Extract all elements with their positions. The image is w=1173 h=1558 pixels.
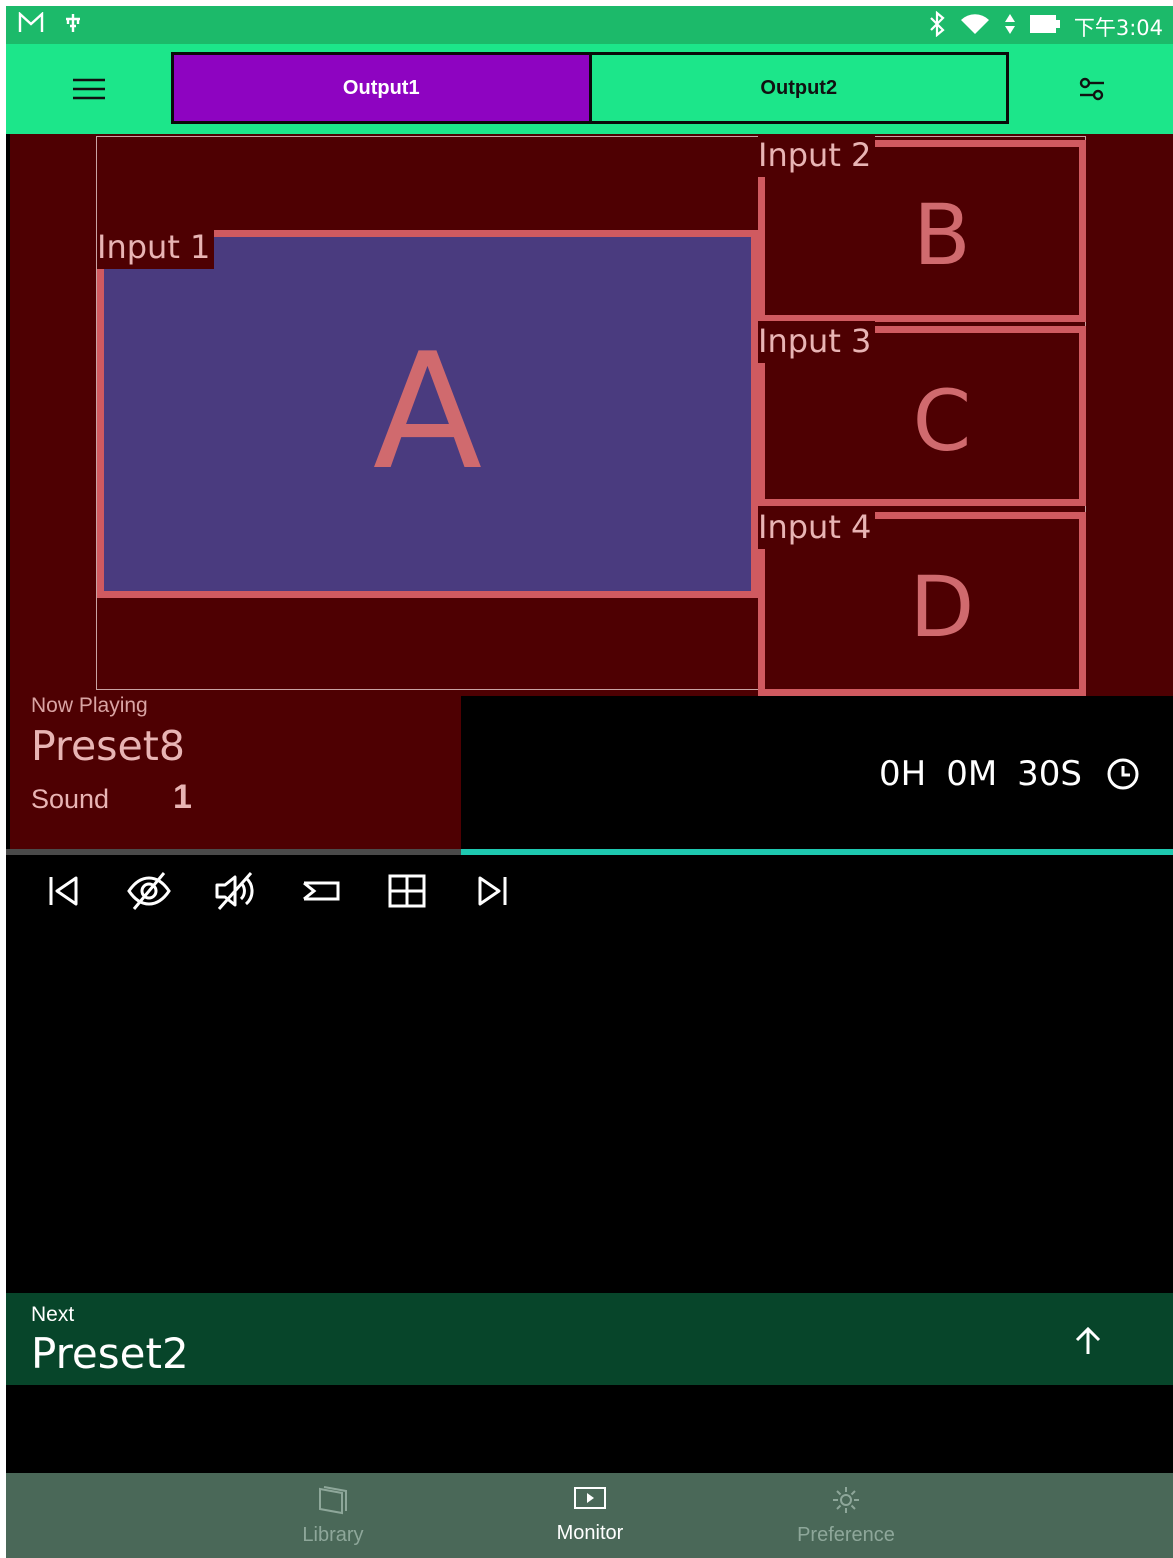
layer-letter: A [372, 318, 483, 505]
layer-label: Input 3 [758, 321, 876, 363]
now-playing-panel: Now Playing Preset8 Sound 1 [10, 694, 461, 854]
nav-library[interactable]: Library [253, 1485, 413, 1547]
layer-window-input4[interactable]: Input 4 D [758, 507, 1086, 696]
next-label: Next [31, 1303, 75, 1326]
layer-letter: D [909, 558, 975, 656]
sound-value: 1 [173, 778, 192, 816]
clock-time: 下午3:04 [1073, 15, 1163, 40]
data-arrows-icon [1004, 12, 1016, 41]
now-playing-label: Now Playing [31, 694, 148, 717]
preset-timer[interactable]: 0H 0M 30S [879, 754, 1140, 794]
skip-previous-icon[interactable] [40, 868, 86, 914]
layer-letter: B [913, 186, 971, 284]
grid-icon[interactable] [384, 868, 430, 914]
layer-window-input1[interactable]: Input 1 A [97, 227, 758, 598]
usb-debug-icon [62, 12, 84, 39]
playback-progress [6, 849, 1173, 855]
output-tabs: Output1 Output2 [171, 52, 1009, 124]
menu-button[interactable] [64, 66, 114, 116]
library-icon [316, 1485, 350, 1520]
nav-monitor[interactable]: Monitor [510, 1485, 670, 1545]
battery-icon [1029, 14, 1060, 39]
now-playing-preset: Preset8 [31, 722, 185, 770]
clock-icon [1106, 757, 1140, 791]
nav-monitor-label: Monitor [556, 1522, 624, 1544]
layer-window-input2[interactable]: Input 2 B [758, 135, 1086, 322]
app-header: Output1 Output2 [6, 44, 1173, 134]
nav-library-label: Library [302, 1524, 364, 1546]
eye-off-icon[interactable] [126, 868, 172, 914]
gmail-icon [18, 11, 44, 39]
bluetooth-icon [928, 10, 946, 42]
layer-label: Input 4 [758, 507, 876, 549]
layer-label: Input 1 [97, 227, 215, 269]
timer-minutes: 0M [946, 754, 998, 794]
tab-output1[interactable]: Output1 [174, 55, 589, 121]
layer-letter: C [912, 372, 972, 470]
app-root: 下午3:04 Output1 Output2 Input 1 A Input 2… [6, 6, 1173, 1558]
monitor-canvas[interactable]: Input 1 A Input 2 B Input 3 C Input 4 D [10, 134, 1173, 696]
sound-label: Sound [31, 784, 110, 814]
volume-off-icon[interactable] [212, 868, 258, 914]
input-icon[interactable] [298, 868, 344, 914]
hamburger-icon [72, 78, 106, 105]
layer-label: Input 2 [758, 135, 876, 177]
arrow-up-icon[interactable] [1070, 1323, 1106, 1359]
monitor-icon [573, 1485, 607, 1518]
skip-next-icon[interactable] [470, 868, 516, 914]
filter-button[interactable] [1070, 70, 1114, 114]
next-preset-bar[interactable]: Next Preset2 [6, 1293, 1173, 1385]
tune-icon [1077, 75, 1107, 110]
control-toolbar [40, 868, 516, 914]
bottom-navigation: Library Monitor Preference [6, 1473, 1173, 1558]
next-preset-name: Preset2 [31, 1329, 189, 1378]
progress-fill [6, 849, 462, 855]
nav-preference-label: Preference [797, 1524, 895, 1546]
timer-seconds: 30S [1017, 754, 1083, 794]
timer-hours: 0H [879, 754, 927, 794]
status-bar: 下午3:04 [6, 6, 1173, 44]
tab-output2[interactable]: Output2 [591, 55, 1006, 121]
layer-window-input3[interactable]: Input 3 C [758, 321, 1086, 506]
wifi-icon [960, 12, 990, 41]
gear-icon [831, 1485, 861, 1520]
nav-preference[interactable]: Preference [766, 1485, 926, 1547]
